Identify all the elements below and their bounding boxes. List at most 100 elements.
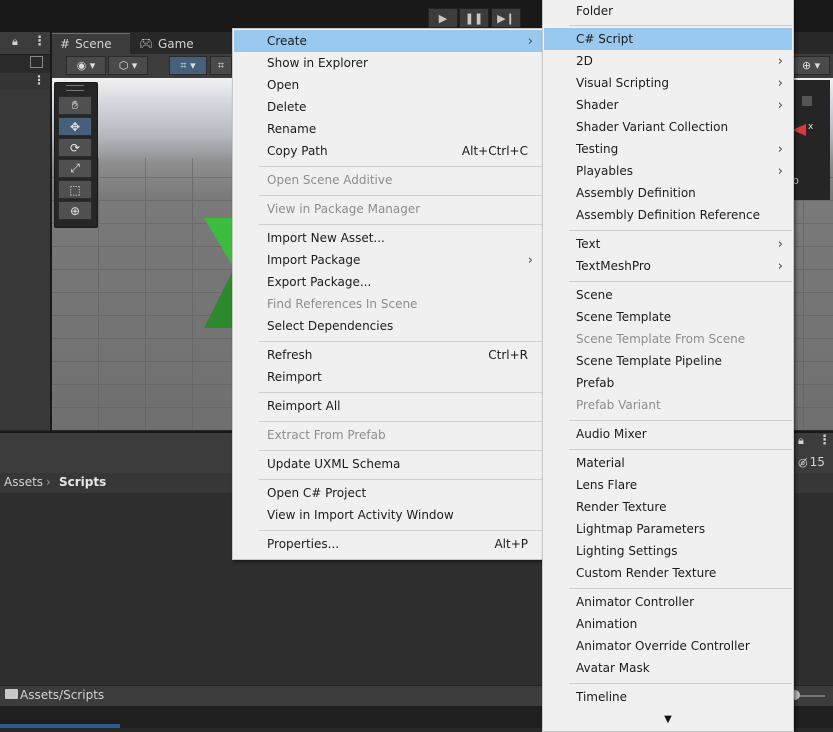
menu-separator — [259, 479, 542, 480]
create-menu-item-scene[interactable]: Scene — [544, 284, 792, 306]
context-menu-item-label: Copy Path — [267, 144, 328, 158]
create-menu-item-shader-variant-collection[interactable]: Shader Variant Collection — [544, 116, 792, 138]
create-submenu: ▼ Folder C# Script 2D › Visual Scripting › Sha… — [542, 0, 794, 732]
create-menu-item-material[interactable]: Material — [544, 452, 792, 474]
hierarchy-row[interactable]: ⋮ — [0, 73, 50, 89]
lock-icon[interactable]: 🔒︎ — [798, 434, 804, 448]
hierarchy-search[interactable] — [0, 55, 50, 74]
hierarchy-body — [0, 89, 50, 430]
hand-tool-icon[interactable]: ✋︎ — [58, 96, 92, 115]
context-menu-item-refresh[interactable]: Refresh Ctrl+R — [234, 344, 542, 366]
context-menu-item-rename[interactable]: Rename — [234, 118, 542, 140]
context-menu-item-show-in-explorer[interactable]: Show in Explorer — [234, 52, 542, 74]
create-menu-item-visual-scripting[interactable]: Visual Scripting › — [544, 72, 792, 94]
create-menu-item-label: Timeline — [576, 690, 628, 704]
create-menu-item-label: TextMeshPro — [576, 259, 651, 273]
create-menu-item-audio-mixer[interactable]: Audio Mixer — [544, 423, 792, 445]
context-menu-item-label: View in Package Manager — [267, 202, 421, 216]
context-menu-item-update-uxml-schema[interactable]: Update UXML Schema — [234, 453, 542, 475]
create-menu-item-c-script[interactable]: C# Script — [544, 28, 792, 50]
create-menu-item-playables[interactable]: Playables › — [544, 160, 792, 182]
create-menu-item-label: Scene Template Pipeline — [576, 354, 722, 368]
create-menu-item-shader[interactable]: Shader › — [544, 94, 792, 116]
submenu-arrow-icon: › — [777, 53, 783, 69]
step-icon[interactable]: ▶❙ — [491, 8, 521, 28]
create-menu-item-custom-render-texture[interactable]: Custom Render Texture — [544, 562, 792, 584]
context-menu-item-label: View in Import Activity Window — [267, 508, 454, 522]
context-menu-item-open[interactable]: Open — [234, 74, 542, 96]
create-menu-item-lighting-settings[interactable]: Lighting Settings — [544, 540, 792, 562]
create-menu-item-lightmap-parameters[interactable]: Lightmap Parameters — [544, 518, 792, 540]
context-menu-item-properties[interactable]: Properties... Alt+P — [234, 533, 542, 555]
scale-tool-icon[interactable]: ⤢ — [58, 159, 92, 178]
gizmo-x-axis[interactable] — [792, 124, 806, 136]
create-menu-item-animation[interactable]: Animation — [544, 613, 792, 635]
context-menu-item-label: Import New Asset... — [267, 231, 385, 245]
gamepad-icon: 🎮︎ — [139, 37, 153, 50]
context-menu-item-select-dependencies[interactable]: Select Dependencies — [234, 315, 542, 337]
create-menu-item-text[interactable]: Text › — [544, 233, 792, 255]
shading-mode-dropdown[interactable]: ⬡ ▾ — [108, 56, 148, 75]
draw-mode-dropdown[interactable]: ◉ ▾ — [66, 56, 106, 75]
tab-scene[interactable]: # Scene — [52, 33, 130, 54]
lock-icon[interactable]: 🔒︎ — [12, 35, 18, 49]
context-menu-item-import-new-asset[interactable]: Import New Asset... — [234, 227, 542, 249]
scene-gizmo[interactable]: x p — [792, 80, 830, 200]
palette-grip[interactable] — [66, 85, 84, 91]
create-menu-item-assembly-definition-reference[interactable]: Assembly Definition Reference — [544, 204, 792, 226]
create-menu-item-label: Shader Variant Collection — [576, 120, 729, 134]
transform-tool-icon[interactable]: ⊕ — [58, 201, 92, 220]
create-menu-item-animator-controller[interactable]: Animator Controller — [544, 591, 792, 613]
context-menu-item-copy-path[interactable]: Copy Path Alt+Ctrl+C — [234, 140, 542, 162]
context-menu-item-label: Reimport All — [267, 399, 341, 413]
pause-icon[interactable]: ❚❚ — [459, 8, 489, 28]
rotate-tool-icon[interactable]: ⟳ — [58, 138, 92, 157]
snap-settings-icon[interactable]: ⌗ — [210, 56, 232, 75]
hidden-packages-toggle[interactable]: ◎̸ 15 — [798, 455, 825, 469]
create-menu-item-avatar-mask[interactable]: Avatar Mask — [544, 657, 792, 679]
maximize-icon[interactable] — [30, 56, 43, 68]
create-menu-item-testing[interactable]: Testing › — [544, 138, 792, 160]
menu-separator — [569, 281, 792, 282]
context-menu-item-find-references-in-scene: Find References In Scene — [234, 293, 542, 315]
create-menu-item-render-texture[interactable]: Render Texture — [544, 496, 792, 518]
scroll-down-icon[interactable]: ▼ — [543, 714, 793, 725]
context-menu-item-import-package[interactable]: Import Package › — [234, 249, 542, 271]
gizmo-cube[interactable] — [802, 96, 812, 106]
create-menu-item-timeline[interactable]: Timeline — [544, 686, 792, 708]
move-tool-icon[interactable]: ✥ — [58, 117, 92, 136]
breadcrumb-scripts[interactable]: Scripts — [59, 475, 106, 489]
grid-snap-dropdown[interactable]: ⌗ ▾ — [169, 56, 207, 75]
play-icon[interactable]: ▶ — [428, 8, 458, 28]
kebab-menu-icon[interactable]: ⋮ — [818, 433, 831, 448]
create-menu-item-prefab[interactable]: Prefab — [544, 372, 792, 394]
context-menu-item-export-package[interactable]: Export Package... — [234, 271, 542, 293]
tab-game[interactable]: 🎮︎ Game — [131, 33, 211, 54]
submenu-arrow-icon: › — [777, 236, 783, 252]
context-menu-item-delete[interactable]: Delete — [234, 96, 542, 118]
context-menu-item-label: Show in Explorer — [267, 56, 368, 70]
context-menu-item-create[interactable]: Create › — [234, 30, 542, 52]
create-menu-item-label: Prefab Variant — [576, 398, 661, 412]
breadcrumb-assets[interactable]: Assets — [4, 475, 43, 489]
create-menu-item-folder[interactable]: Folder — [544, 0, 792, 22]
create-menu-item-assembly-definition[interactable]: Assembly Definition — [544, 182, 792, 204]
create-menu-item-2d[interactable]: 2D › — [544, 50, 792, 72]
rect-tool-icon[interactable]: ⬚ — [58, 180, 92, 199]
create-menu-item-animator-override-controller[interactable]: Animator Override Controller — [544, 635, 792, 657]
context-menu-item-open-c-project[interactable]: Open C# Project — [234, 482, 542, 504]
create-menu-item-lens-flare[interactable]: Lens Flare — [544, 474, 792, 496]
create-menu-item-label: Assembly Definition — [576, 186, 696, 200]
create-menu-item-scene-template-pipeline[interactable]: Scene Template Pipeline — [544, 350, 792, 372]
gizmos-dropdown[interactable]: ⊕ ▾ — [792, 56, 830, 75]
create-menu-item-textmeshpro[interactable]: TextMeshPro › — [544, 255, 792, 277]
context-menu-item-view-in-import-activity-window[interactable]: View in Import Activity Window — [234, 504, 542, 526]
context-menu-item-reimport[interactable]: Reimport — [234, 366, 542, 388]
create-menu-item-scene-template[interactable]: Scene Template — [544, 306, 792, 328]
kebab-menu-icon[interactable]: ⋮ — [33, 73, 45, 87]
menu-separator — [259, 341, 542, 342]
kebab-menu-icon[interactable]: ⋮ — [33, 34, 46, 49]
hierarchy-header: 🔒︎ ⋮ — [0, 32, 50, 55]
context-menu-item-reimport-all[interactable]: Reimport All — [234, 395, 542, 417]
create-menu-item-label: Animator Controller — [576, 595, 695, 609]
